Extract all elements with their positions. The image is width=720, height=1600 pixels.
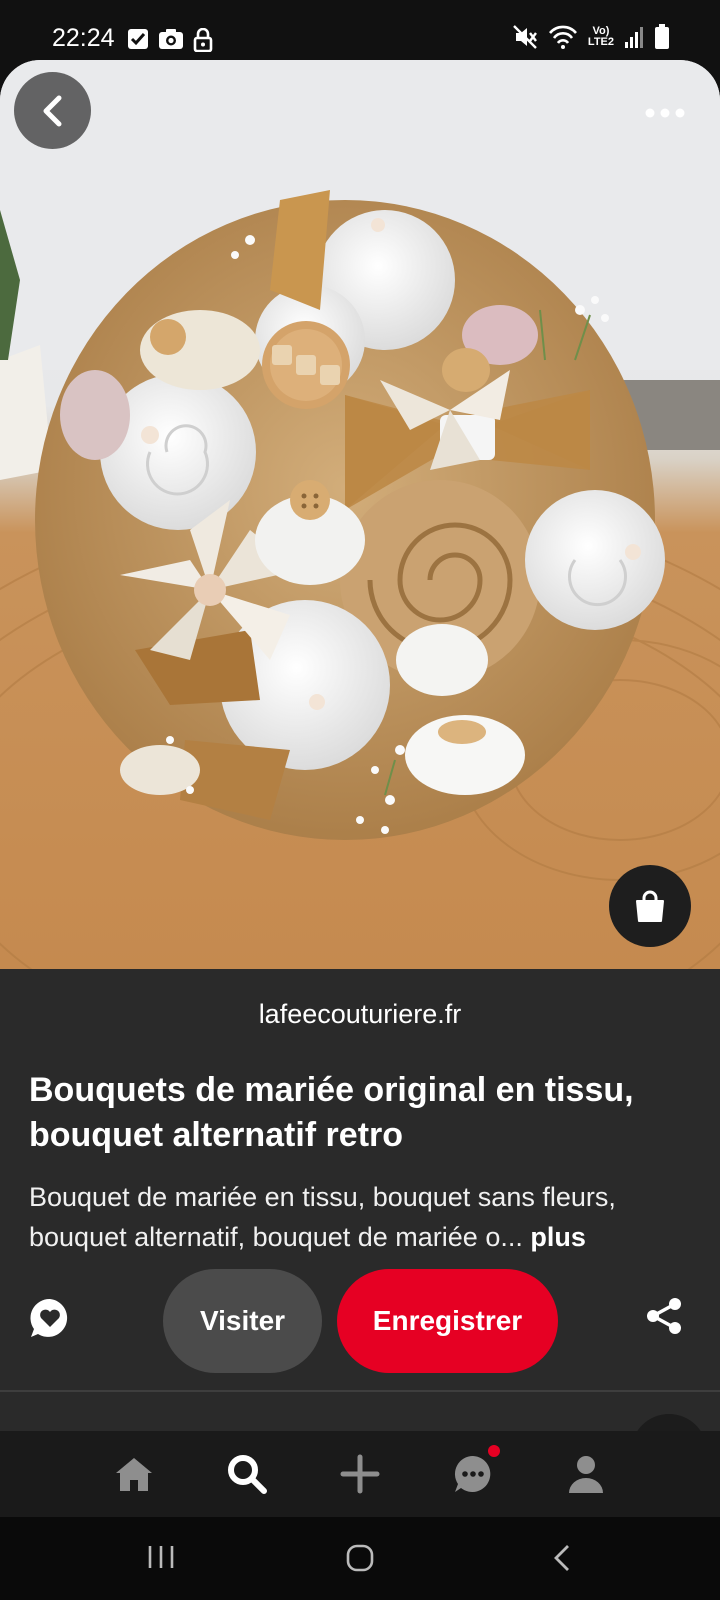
source-domain[interactable]: lafeecouturiere.fr <box>0 999 720 1030</box>
network-label-bottom: LTE2 <box>587 36 614 48</box>
status-icons-right: Vo) LTE2 <box>512 24 670 50</box>
status-icons-left <box>127 28 213 52</box>
back-arrow-icon <box>554 1545 569 1571</box>
create-icon <box>340 1454 380 1494</box>
recent-apps-icon <box>148 1546 174 1568</box>
comment-heart-icon <box>30 1298 68 1337</box>
notification-dot <box>487 1445 500 1457</box>
back-button[interactable] <box>14 72 91 149</box>
visit-button[interactable]: Visiter <box>163 1269 322 1373</box>
more-link[interactable]: plus <box>530 1222 586 1252</box>
messages-icon <box>454 1456 491 1492</box>
pin-description: Bouquet de mariée en tissu, bouquet sans… <box>29 1177 699 1257</box>
shopping-bag-icon <box>636 890 664 922</box>
system-navigation-bar <box>0 1517 720 1600</box>
more-horizontal-icon <box>645 108 685 118</box>
nav-create[interactable] <box>304 1431 417 1517</box>
pin-image[interactable] <box>0 60 720 969</box>
signal-icon <box>625 27 643 48</box>
pin-title: Bouquets de mariée original en tissu, bo… <box>29 1071 634 1154</box>
nav-search[interactable] <box>191 1431 304 1517</box>
volte-lte2-icon: Vo) LTE2 <box>588 26 614 48</box>
home-icon <box>116 1458 152 1491</box>
battery-icon <box>655 24 669 49</box>
camera-icon <box>159 29 183 49</box>
search-icon <box>228 1455 267 1494</box>
nav-profile[interactable] <box>530 1431 643 1517</box>
checkbox-icon <box>128 29 148 49</box>
share-button[interactable] <box>644 1296 694 1346</box>
pin-details: lafeecouturiere.fr Bouquets de mariée or… <box>0 969 720 1490</box>
status-bar: 22:24 Vo) LTE2 <box>0 0 720 60</box>
save-button[interactable]: Enregistrer <box>337 1269 558 1373</box>
bottom-navigation <box>0 1431 720 1517</box>
lock-icon <box>193 28 213 52</box>
nav-home[interactable] <box>78 1431 191 1517</box>
chevron-left-icon <box>43 95 61 126</box>
profile-icon <box>569 1456 603 1493</box>
home-system-button[interactable] <box>345 1543 375 1578</box>
back-system-button[interactable] <box>550 1543 574 1578</box>
wifi-call-icon <box>548 25 577 49</box>
divider <box>0 1390 720 1392</box>
mute-icon <box>513 25 537 49</box>
status-time: 22:24 <box>52 24 115 52</box>
comment-button[interactable] <box>28 1296 78 1346</box>
nav-messages[interactable] <box>417 1431 530 1517</box>
more-options-button[interactable] <box>640 98 690 128</box>
recent-apps-button[interactable] <box>146 1543 176 1576</box>
share-icon <box>647 1298 681 1334</box>
bouquet-illustration <box>0 60 720 969</box>
home-circle-icon <box>346 1544 374 1572</box>
shop-button[interactable] <box>609 865 691 947</box>
action-bar: Visiter Enregistrer <box>0 1269 720 1379</box>
pin-description-text: Bouquet de mariée en tissu, bouquet sans… <box>29 1182 616 1252</box>
